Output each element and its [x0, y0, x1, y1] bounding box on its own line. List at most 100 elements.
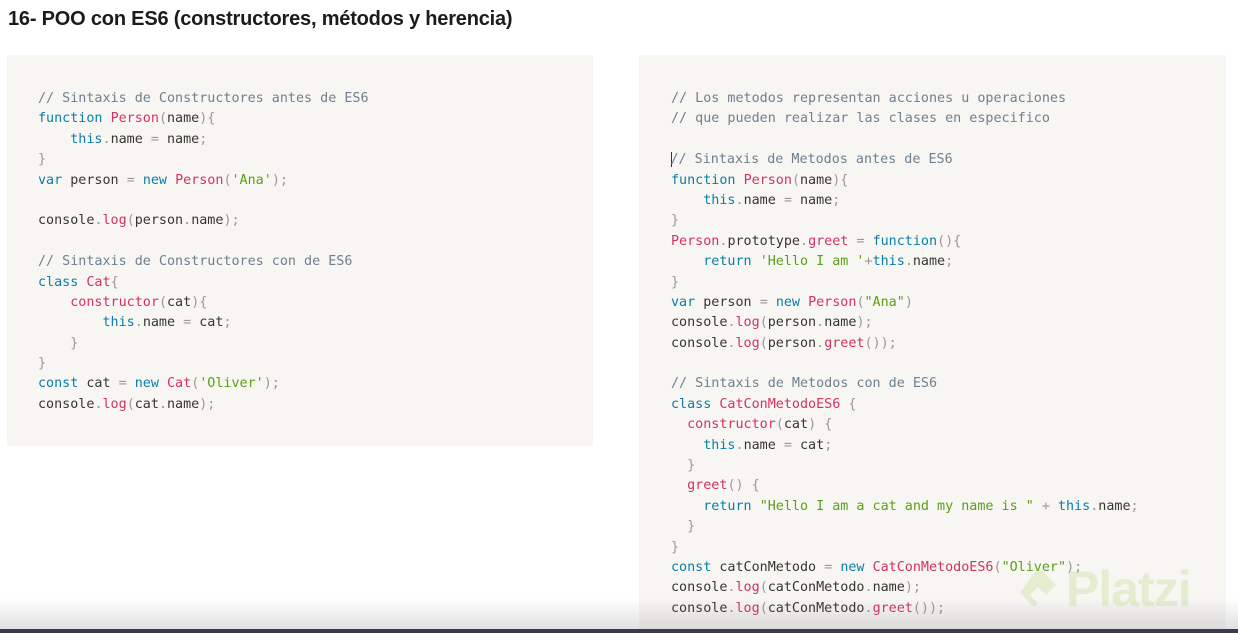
code-token-keyword: function — [671, 172, 736, 188]
code-token-punct: ); — [223, 213, 240, 229]
code-token-punct: = — [759, 294, 768, 310]
code-content[interactable]: // Los metodos representan acciones u op… — [671, 89, 1139, 619]
code-token-punct: . — [735, 437, 744, 453]
code-token-punct: ); — [263, 376, 280, 392]
code-token-punct: ; — [1130, 498, 1139, 514]
code-token-plain: cat — [134, 396, 159, 412]
code-line: } — [38, 354, 369, 374]
code-line: this.name = cat; — [38, 313, 369, 333]
code-token-punct: = — [783, 437, 792, 453]
code-token-keyword: this — [872, 254, 905, 270]
code-token-plain: name — [824, 315, 857, 331]
code-token-punct: . — [816, 335, 825, 351]
code-line: class Cat{ — [38, 273, 369, 293]
code-token-punct: { — [824, 417, 833, 433]
code-token-punct: ); — [271, 172, 288, 188]
code-token-plain: console — [671, 335, 728, 351]
code-token-function: Person — [110, 111, 159, 127]
code-token-punct: } — [671, 274, 680, 290]
code-token-punct: ( — [759, 335, 768, 351]
code-line: greet() { — [671, 476, 1139, 496]
code-token-keyword: this — [102, 315, 135, 331]
code-token-punct: . — [816, 315, 825, 331]
code-token-plain: person — [62, 172, 127, 188]
code-token-comment: // Sintaxis de Constructores con de ES6 — [38, 254, 353, 270]
code-token-punct: . — [183, 213, 192, 229]
code-token-comment: // Sintaxis de Metodos con de ES6 — [671, 376, 938, 392]
code-token-function: log — [102, 213, 127, 229]
code-line: // Sintaxis de Metodos con de ES6 — [671, 374, 1139, 394]
code-token-plain: name — [191, 213, 224, 229]
code-line: // que pueden realizar las clases en esp… — [671, 109, 1139, 129]
code-token-string: 'Ana' — [231, 172, 272, 188]
code-token-keyword: new — [840, 559, 865, 575]
code-token-punct: ; — [945, 254, 954, 270]
code-token-plain: console — [38, 396, 95, 412]
code-token-punct: } — [671, 213, 680, 229]
code-token-keyword: return — [703, 254, 752, 270]
code-line: } — [671, 456, 1139, 476]
code-token-punct: . — [735, 192, 744, 208]
code-token-plain: person — [767, 335, 817, 351]
code-line: this.name = name; — [671, 191, 1139, 211]
code-token-string: "Hello I am a cat and my name is " — [759, 498, 1034, 514]
code-line: return 'Hello I am '+this.name; — [671, 252, 1139, 272]
code-token-function: CatConMetodoES6 — [719, 396, 841, 412]
code-token-plain: name — [743, 192, 784, 208]
code-token-plain: name — [158, 131, 200, 147]
code-token-punct: ( — [775, 417, 784, 433]
code-content[interactable]: // Sintaxis de Constructores antes de ES… — [38, 89, 369, 415]
code-line: Person.prototype.greet = function(){ — [671, 232, 1139, 252]
code-token-punct: ) — [808, 417, 817, 433]
code-token-punct: ( — [759, 315, 768, 331]
code-token-keyword: this — [1057, 498, 1091, 514]
code-token-punct: = — [150, 131, 159, 147]
code-token-keyword: new — [142, 172, 167, 188]
code-token-keyword: var — [38, 172, 63, 188]
code-line: class CatConMetodoES6 { — [671, 395, 1139, 415]
code-token-punct: (){ — [937, 233, 962, 249]
code-token-function: greet — [687, 478, 728, 494]
code-block-methods[interactable]: // Los metodos representan acciones u op… — [639, 55, 1226, 633]
code-token-punct: ( — [759, 580, 768, 596]
code-token-function: constructor — [687, 417, 776, 433]
code-block-constructors[interactable]: // Sintaxis de Constructores antes de ES… — [7, 55, 593, 446]
code-token-punct: = — [183, 315, 192, 331]
code-line: } — [671, 273, 1139, 293]
code-token-punct: } — [70, 335, 79, 351]
code-token-plain: catConMetodo — [767, 580, 865, 596]
code-token-keyword: return — [703, 498, 752, 514]
code-token-plain: person — [695, 294, 760, 310]
code-line: function Person(name){ — [38, 109, 369, 129]
code-line: return "Hello I am a cat and my name is … — [671, 497, 1139, 517]
code-line: var person = new Person("Ana") — [671, 293, 1139, 313]
code-token-punct: ( — [856, 294, 865, 310]
code-token-punct: ){ — [191, 294, 208, 310]
code-token-punct: } — [687, 458, 696, 474]
code-token-punct: ); — [904, 580, 921, 596]
code-token-punct: } — [687, 519, 696, 535]
code-token-function: log — [102, 396, 127, 412]
code-line: } — [671, 517, 1139, 537]
code-token-function: log — [735, 580, 760, 596]
code-token-keyword: const — [671, 559, 712, 575]
code-token-punct: ( — [158, 111, 167, 127]
code-token-plain: person — [134, 213, 184, 229]
code-line: // Sintaxis de Metodos antes de ES6 — [671, 150, 1139, 170]
code-token-punct: . — [904, 254, 913, 270]
code-token-plain: cat — [783, 417, 809, 433]
code-token-plain: console — [671, 600, 728, 616]
code-token-function: log — [735, 335, 760, 351]
code-token-plain: name — [791, 192, 833, 208]
code-token-function: log — [735, 315, 760, 331]
